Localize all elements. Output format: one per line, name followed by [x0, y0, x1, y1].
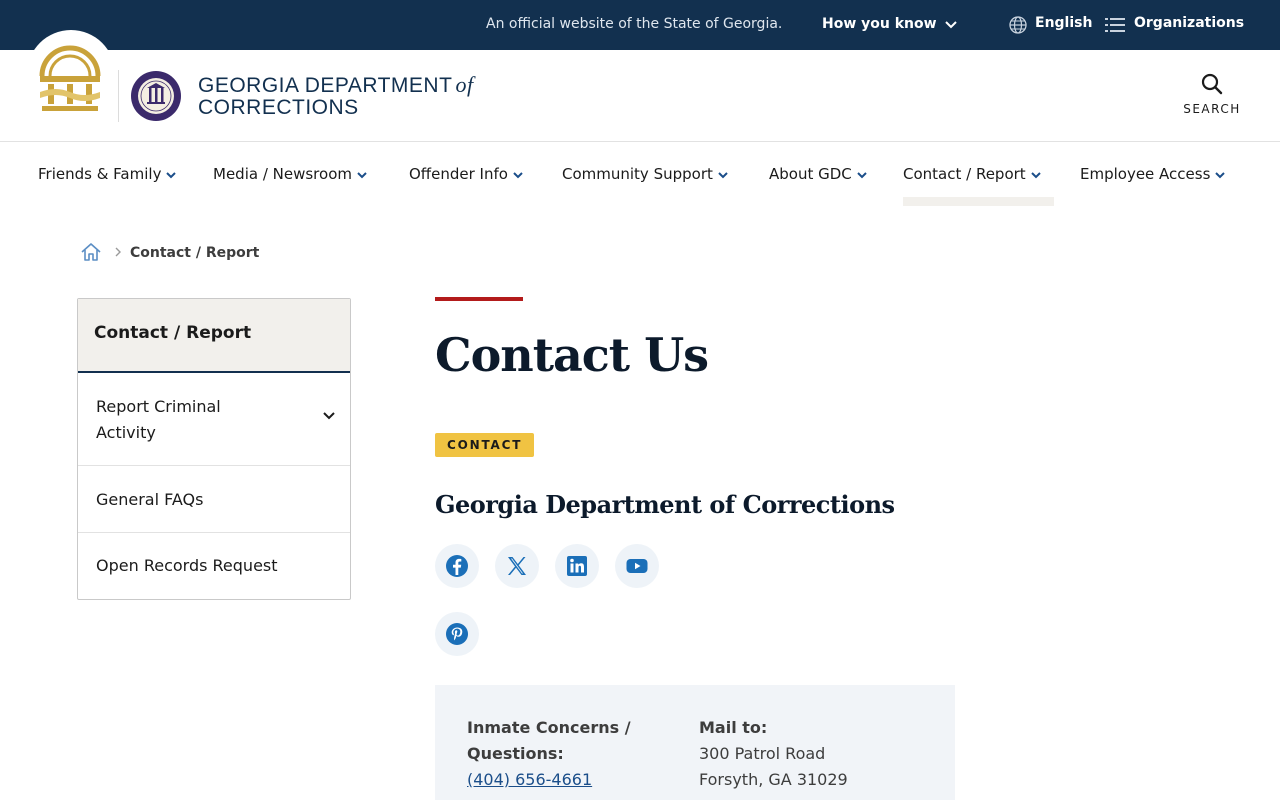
linkedin-link[interactable] — [555, 544, 599, 588]
chevron-down-icon[interactable] — [322, 411, 336, 421]
nav-item-employee-access[interactable]: Employee Access — [1080, 165, 1226, 183]
inmate-concerns-phone-link[interactable]: (404) 656-4661 — [467, 767, 592, 793]
chevron-down-icon — [513, 171, 523, 178]
nav-item-about-gdc[interactable]: About GDC — [769, 165, 867, 183]
brand-line-1: GEORGIA DEPARTMENT — [198, 74, 453, 97]
mail-address-line-1: 300 Patrol Road — [699, 744, 826, 763]
nav-item-contact-report[interactable]: Contact / Report — [903, 165, 1041, 183]
brand-name[interactable]: GEORGIA DEPARTMENT of — [198, 72, 474, 98]
official-site-text: An official website of the State of Geor… — [486, 16, 783, 32]
chevron-down-icon — [357, 171, 367, 178]
mail-to-label: Mail to: — [699, 718, 768, 737]
globe-icon[interactable] — [1008, 15, 1028, 35]
nav-item-media-newsroom[interactable]: Media / Newsroom — [213, 165, 367, 183]
inmate-concerns-label: Inmate Concerns / Questions: — [467, 718, 631, 763]
title-accent-rule — [435, 297, 523, 301]
pinterest-icon — [446, 623, 468, 645]
nav-label: About GDC — [769, 165, 852, 183]
breadcrumb-current: Contact / Report — [130, 245, 260, 261]
chevron-down-icon — [718, 171, 728, 178]
list-icon[interactable] — [1105, 16, 1125, 34]
nav-label: Media / Newsroom — [213, 165, 352, 183]
side-nav-item-open-records-request[interactable]: Open Records Request — [78, 533, 350, 599]
nav-item-community-support[interactable]: Community Support — [562, 165, 728, 183]
georgia-seal-logo[interactable] — [36, 40, 104, 116]
search-icon — [1201, 73, 1223, 95]
facebook-link[interactable] — [435, 544, 479, 588]
x-icon — [508, 557, 526, 575]
organizations-link[interactable]: Organizations — [1134, 15, 1244, 31]
page-title: Contact Us — [435, 328, 709, 382]
side-nav-label: Report Criminal Activity — [96, 397, 221, 442]
chevron-down-icon — [857, 171, 867, 178]
chevron-down-icon[interactable] — [944, 18, 958, 32]
chevron-right-icon — [115, 247, 121, 257]
gdc-seal-icon[interactable] — [130, 70, 182, 122]
chevron-down-icon — [1030, 171, 1041, 178]
linkedin-icon — [567, 556, 587, 576]
nav-label: Offender Info — [409, 165, 508, 183]
facebook-icon — [446, 555, 468, 577]
side-nav-title[interactable]: Contact / Report — [78, 299, 350, 373]
chevron-down-icon — [1215, 171, 1226, 178]
main-nav: Friends & Family Media / Newsroom Offend… — [0, 143, 1280, 206]
nav-label: Employee Access — [1080, 165, 1211, 183]
youtube-icon — [626, 559, 648, 573]
nav-label: Community Support — [562, 165, 713, 183]
youtube-link[interactable] — [615, 544, 659, 588]
content-tag: CONTACT — [435, 433, 535, 457]
search-label: SEARCH — [1183, 102, 1241, 116]
chevron-down-icon — [166, 171, 177, 178]
nav-active-indicator — [903, 197, 1054, 206]
pinterest-link[interactable] — [435, 612, 479, 656]
side-nav-item-report-criminal-activity[interactable]: Report Criminal Activity — [78, 373, 350, 466]
how-you-know-toggle[interactable]: How you know — [822, 16, 937, 32]
site-header — [0, 50, 1280, 142]
home-icon[interactable] — [80, 241, 102, 263]
language-selector[interactable]: English — [1035, 15, 1092, 31]
nav-item-offender-info[interactable]: Offender Info — [409, 165, 523, 183]
brand-line-2[interactable]: CORRECTIONS — [198, 96, 359, 120]
official-banner: An official website of the State of Geor… — [0, 0, 1280, 50]
nav-label: Contact / Report — [903, 165, 1026, 183]
brand-of: of — [455, 72, 474, 97]
side-nav: Contact / Report Report Criminal Activit… — [77, 298, 351, 600]
search-button[interactable]: SEARCH — [1176, 72, 1248, 124]
org-name-heading: Georgia Department of Corrections — [435, 490, 895, 519]
x-link[interactable] — [495, 544, 539, 588]
header-divider — [118, 70, 119, 122]
contact-info-card: Inmate Concerns / Questions: (404) 656-4… — [435, 685, 955, 800]
mail-address-line-2: Forsyth, GA 31029 — [699, 770, 848, 789]
side-nav-item-general-faqs[interactable]: General FAQs — [78, 466, 350, 533]
nav-item-friends-family[interactable]: Friends & Family — [38, 165, 177, 183]
nav-label: Friends & Family — [38, 165, 162, 183]
